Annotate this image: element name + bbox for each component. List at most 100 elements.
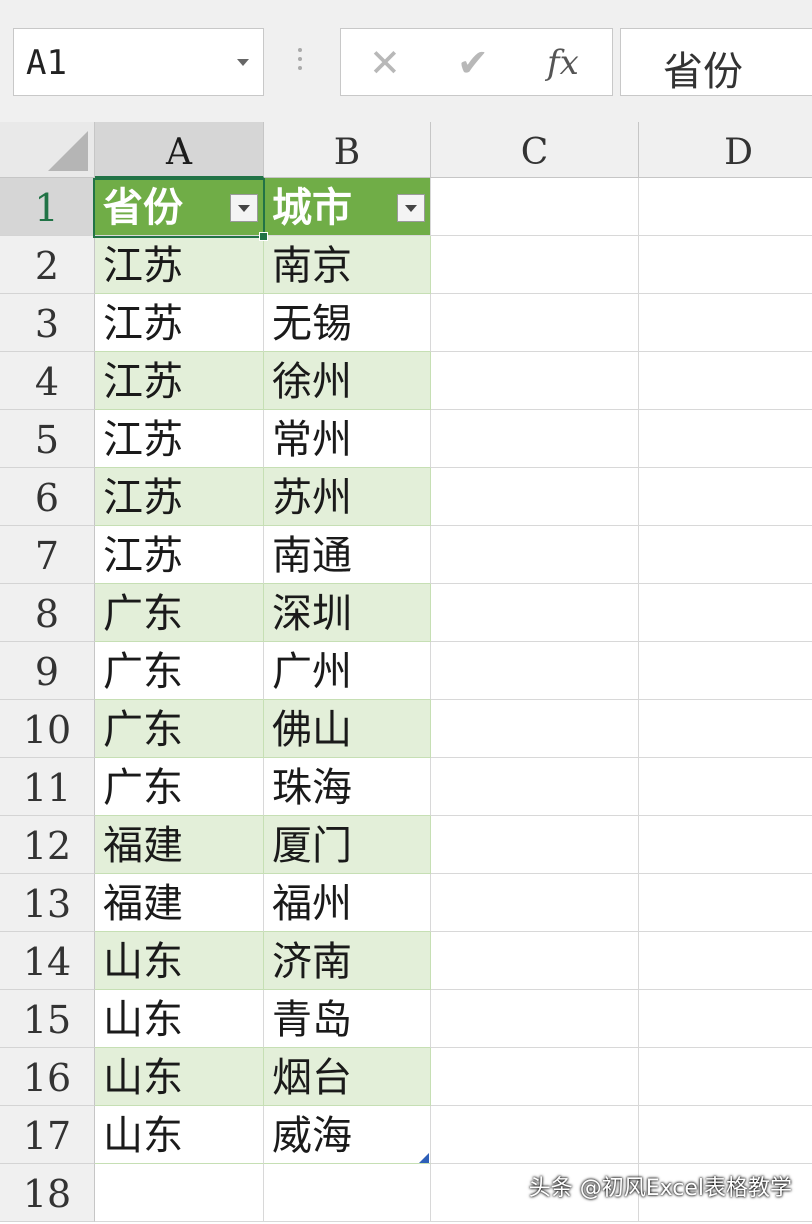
row-header-6[interactable]: 6 xyxy=(0,468,95,526)
cell-a5[interactable]: 江苏 xyxy=(95,410,264,468)
cell-c2[interactable] xyxy=(431,236,639,294)
row-header-16[interactable]: 16 xyxy=(0,1048,95,1106)
enter-icon[interactable]: ✔ xyxy=(457,41,489,85)
cell-b5[interactable]: 常州 xyxy=(264,410,431,468)
cell-d1[interactable] xyxy=(639,178,812,236)
cell-b11[interactable]: 珠海 xyxy=(264,758,431,816)
cell-a11[interactable]: 广东 xyxy=(95,758,264,816)
row-header-1[interactable]: 1 xyxy=(0,178,95,236)
cell-a9[interactable]: 广东 xyxy=(95,642,264,700)
cell-b1[interactable]: 城市 xyxy=(264,178,431,236)
cell-d15[interactable] xyxy=(639,990,812,1048)
cell-b3[interactable]: 无锡 xyxy=(264,294,431,352)
name-box[interactable]: A1 xyxy=(13,28,264,96)
cell-d10[interactable] xyxy=(639,700,812,758)
cell-a2[interactable]: 江苏 xyxy=(95,236,264,294)
cell-d17[interactable] xyxy=(639,1106,812,1164)
cell-c10[interactable] xyxy=(431,700,639,758)
cell-c7[interactable] xyxy=(431,526,639,584)
cell-c13[interactable] xyxy=(431,874,639,932)
cell-b15[interactable]: 青岛 xyxy=(264,990,431,1048)
table-resize-handle[interactable] xyxy=(419,1153,429,1163)
cell-b8[interactable]: 深圳 xyxy=(264,584,431,642)
cell-d7[interactable] xyxy=(639,526,812,584)
column-header-d[interactable]: D xyxy=(639,122,812,178)
cell-a18[interactable] xyxy=(95,1164,264,1222)
cell-d4[interactable] xyxy=(639,352,812,410)
cell-b2[interactable]: 南京 xyxy=(264,236,431,294)
row-header-17[interactable]: 17 xyxy=(0,1106,95,1164)
cell-d11[interactable] xyxy=(639,758,812,816)
cell-c6[interactable] xyxy=(431,468,639,526)
cell-b12[interactable]: 厦门 xyxy=(264,816,431,874)
cell-b7[interactable]: 南通 xyxy=(264,526,431,584)
cell-c12[interactable] xyxy=(431,816,639,874)
row-header-18[interactable]: 18 xyxy=(0,1164,95,1222)
cell-c16[interactable] xyxy=(431,1048,639,1106)
cell-d16[interactable] xyxy=(639,1048,812,1106)
cell-a4[interactable]: 江苏 xyxy=(95,352,264,410)
cell-d3[interactable] xyxy=(639,294,812,352)
cell-b10[interactable]: 佛山 xyxy=(264,700,431,758)
cell-b14[interactable]: 济南 xyxy=(264,932,431,990)
row-header-3[interactable]: 3 xyxy=(0,294,95,352)
cell-c11[interactable] xyxy=(431,758,639,816)
cell-c5[interactable] xyxy=(431,410,639,468)
cell-a17[interactable]: 山东 xyxy=(95,1106,264,1164)
cell-b6[interactable]: 苏州 xyxy=(264,468,431,526)
row-header-5[interactable]: 5 xyxy=(0,410,95,468)
cell-d14[interactable] xyxy=(639,932,812,990)
cell-a7[interactable]: 江苏 xyxy=(95,526,264,584)
cell-c14[interactable] xyxy=(431,932,639,990)
cancel-icon[interactable]: ✕ xyxy=(369,41,401,85)
formula-input[interactable]: 省份 xyxy=(620,28,812,96)
cell-d9[interactable] xyxy=(639,642,812,700)
cell-d6[interactable] xyxy=(639,468,812,526)
cell-b4[interactable]: 徐州 xyxy=(264,352,431,410)
cell-d8[interactable] xyxy=(639,584,812,642)
row-header-12[interactable]: 12 xyxy=(0,816,95,874)
cell-c3[interactable] xyxy=(431,294,639,352)
column-header-b[interactable]: B xyxy=(264,122,431,178)
cell-c8[interactable] xyxy=(431,584,639,642)
drag-handle-icon[interactable] xyxy=(298,48,304,78)
cell-a16[interactable]: 山东 xyxy=(95,1048,264,1106)
column-header-a[interactable]: A xyxy=(95,122,264,178)
select-all-button[interactable] xyxy=(0,122,95,178)
column-header-c[interactable]: C xyxy=(431,122,639,178)
cell-b13[interactable]: 福州 xyxy=(264,874,431,932)
chevron-down-icon[interactable] xyxy=(237,59,249,66)
insert-function-icon[interactable]: fx xyxy=(547,43,579,83)
cell-b17[interactable]: 威海 xyxy=(264,1106,431,1164)
cell-a14[interactable]: 山东 xyxy=(95,932,264,990)
cell-c4[interactable] xyxy=(431,352,639,410)
cell-a10[interactable]: 广东 xyxy=(95,700,264,758)
cell-a13[interactable]: 福建 xyxy=(95,874,264,932)
cell-d5[interactable] xyxy=(639,410,812,468)
row-header-15[interactable]: 15 xyxy=(0,990,95,1048)
cell-b9[interactable]: 广州 xyxy=(264,642,431,700)
cell-c1[interactable] xyxy=(431,178,639,236)
cell-d2[interactable] xyxy=(639,236,812,294)
row-header-11[interactable]: 11 xyxy=(0,758,95,816)
row-header-14[interactable]: 14 xyxy=(0,932,95,990)
row-header-9[interactable]: 9 xyxy=(0,642,95,700)
cell-c17[interactable] xyxy=(431,1106,639,1164)
cell-c15[interactable] xyxy=(431,990,639,1048)
cell-a3[interactable]: 江苏 xyxy=(95,294,264,352)
cell-b16[interactable]: 烟台 xyxy=(264,1048,431,1106)
row-header-13[interactable]: 13 xyxy=(0,874,95,932)
row-header-10[interactable]: 10 xyxy=(0,700,95,758)
cell-a15[interactable]: 山东 xyxy=(95,990,264,1048)
row-header-2[interactable]: 2 xyxy=(0,236,95,294)
cell-c9[interactable] xyxy=(431,642,639,700)
row-header-4[interactable]: 4 xyxy=(0,352,95,410)
cell-a12[interactable]: 福建 xyxy=(95,816,264,874)
cell-a8[interactable]: 广东 xyxy=(95,584,264,642)
cell-b18[interactable] xyxy=(264,1164,431,1222)
row-header-7[interactable]: 7 xyxy=(0,526,95,584)
cell-d13[interactable] xyxy=(639,874,812,932)
cell-a6[interactable]: 江苏 xyxy=(95,468,264,526)
filter-dropdown-icon[interactable] xyxy=(397,194,425,222)
cell-d12[interactable] xyxy=(639,816,812,874)
